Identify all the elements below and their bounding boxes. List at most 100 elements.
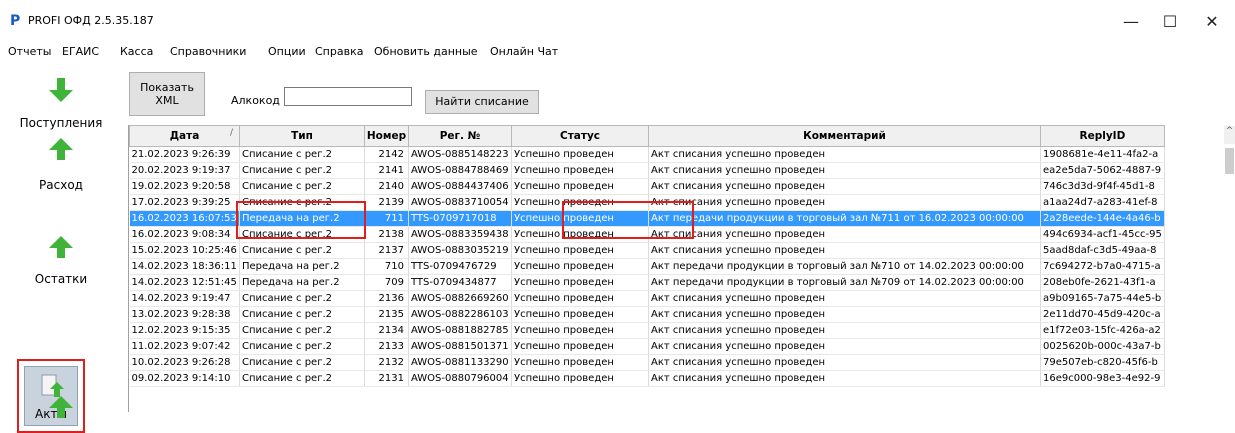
- menu-refresh-data[interactable]: Обновить данные: [374, 45, 478, 59]
- cell-status: Успешно проведен: [511, 306, 649, 323]
- cell-date: 09.02.2023 9:14:10: [129, 370, 240, 387]
- cell-date: 17.02.2023 9:39:25: [129, 194, 240, 211]
- cell-comment: Акт списания успешно проведен: [648, 162, 1041, 179]
- cell-reply-id: 1908681e-4e11-4fa2-a: [1040, 146, 1165, 163]
- cell-reg-number: AWOS-0882286103: [408, 306, 512, 323]
- cell-comment: Акт списания успешно проведен: [648, 194, 1041, 211]
- cell-reply-id: a9b09165-7a75-44e5-b: [1040, 290, 1165, 307]
- menu-help[interactable]: Справка: [315, 45, 363, 59]
- cell-number: 2132: [364, 354, 409, 371]
- column-header-reg-number[interactable]: Рег. №: [408, 125, 512, 147]
- sidebar-item-label: Поступления: [19, 116, 103, 130]
- column-header-date[interactable]: Дата /: [129, 125, 240, 147]
- cell-comment: Акт списания успешно проведен: [648, 290, 1041, 307]
- cell-number: 711: [364, 210, 409, 227]
- cell-reg-number: AWOS-0882669260: [408, 290, 512, 307]
- cell-number: 2134: [364, 322, 409, 339]
- cell-comment: Акт передачи продукции в торговый зал №7…: [648, 258, 1041, 275]
- cell-comment: Акт списания успешно проведен: [648, 354, 1041, 371]
- menu-egais[interactable]: ЕГАИС: [62, 45, 99, 59]
- table-row[interactable]: 17.02.2023 9:39:25 Списание с рег.2 2139 AW…: [129, 194, 1165, 211]
- cell-date: 16.02.2023 9:08:34: [129, 226, 240, 243]
- table-row[interactable]: 14.02.2023 9:19:47 Списание с рег.2 2136 AW…: [129, 290, 1165, 307]
- cell-comment: Акт списания успешно проведен: [648, 338, 1041, 355]
- cell-date: 21.02.2023 9:26:39: [129, 146, 240, 163]
- cell-status: Успешно проведен: [511, 370, 649, 387]
- cell-reply-id: 208eb0fe-2621-43f1-a: [1040, 274, 1165, 291]
- column-header-comment[interactable]: Комментарий: [648, 125, 1041, 147]
- menu-reference[interactable]: Справочники: [170, 45, 246, 59]
- cell-date: 20.02.2023 9:19:37: [129, 162, 240, 179]
- cell-comment: Акт списания успешно проведен: [648, 146, 1041, 163]
- alcocode-input[interactable]: [284, 87, 412, 106]
- cell-status: Успешно проведен: [511, 162, 649, 179]
- menu-online-chat[interactable]: Онлайн Чат: [490, 45, 558, 59]
- table-row[interactable]: 16.02.2023 9:08:34 Списание с рег.2 2138 AW…: [129, 226, 1165, 243]
- table-row[interactable]: 11.02.2023 9:07:42 Списание с рег.2 2133 AW…: [129, 338, 1165, 355]
- table-row[interactable]: 15.02.2023 10:25:46 Списание с рег.2 2137 A…: [129, 242, 1165, 259]
- cell-reply-id: 2e11dd70-45d9-420c-a: [1040, 306, 1165, 323]
- cell-date: 14.02.2023 9:19:47: [129, 290, 240, 307]
- cell-reply-id: e1f72e03-15fc-426a-a2: [1040, 322, 1165, 339]
- find-writeoff-button[interactable]: Найти списание: [425, 90, 539, 114]
- cell-number: 2133: [364, 338, 409, 355]
- scroll-up-button[interactable]: ^: [1224, 126, 1235, 144]
- table-row[interactable]: 14.02.2023 12:51:45 Передача на рег.2 709 T…: [129, 274, 1165, 291]
- cell-reply-id: 2a28eede-144e-4a46-b: [1040, 210, 1165, 227]
- column-header-reply-id[interactable]: ReplyID: [1040, 125, 1165, 147]
- table-row[interactable]: 21.02.2023 9:26:39 Списание с рег.2 2142 AW…: [129, 146, 1165, 163]
- table-row[interactable]: 09.02.2023 9:14:10 Списание с рег.2 2131 AW…: [129, 370, 1165, 387]
- table-row[interactable]: 19.02.2023 9:20:58 Списание с рег.2 2140 AW…: [129, 178, 1165, 195]
- toolbar: Показать XML Алкокод Найти списание: [122, 62, 1235, 124]
- table-row[interactable]: 16.02.2023 16:07:53 Передача на рег.2 711 T…: [129, 210, 1165, 227]
- cell-status: Успешно проведен: [511, 258, 649, 275]
- cell-comment: Акт списания успешно проведен: [648, 178, 1041, 195]
- cell-type: Списание с рег.2: [239, 178, 365, 195]
- cell-number: 709: [364, 274, 409, 291]
- column-header-status[interactable]: Статус: [511, 125, 649, 147]
- cell-date: 13.02.2023 9:28:38: [129, 306, 240, 323]
- column-header-number[interactable]: Номер: [364, 125, 409, 147]
- cell-type: Передача на рег.2: [239, 210, 365, 227]
- sidebar-item-label: Остатки: [34, 272, 88, 286]
- cell-number: 2142: [364, 146, 409, 163]
- cell-reply-id: 494c6934-acf1-45cc-95: [1040, 226, 1165, 243]
- sidebar-item-label: Расход: [39, 178, 83, 192]
- cell-reg-number: AWOS-0881882785: [408, 322, 512, 339]
- menu-options[interactable]: Опции: [268, 45, 306, 59]
- cell-reply-id: 79e507eb-c820-45f6-b: [1040, 354, 1165, 371]
- close-button[interactable]: ✕: [1189, 8, 1235, 34]
- cell-reply-id: 16e9c000-98e3-4e92-9: [1040, 370, 1165, 387]
- cell-status: Успешно проведен: [511, 210, 649, 227]
- cell-type: Списание с рег.2: [239, 194, 365, 211]
- cell-date: 19.02.2023 9:20:58: [129, 178, 240, 195]
- cell-reg-number: TTS-0709476729: [408, 258, 512, 275]
- cell-type: Передача на рег.2: [239, 258, 365, 275]
- table-row[interactable]: 12.02.2023 9:15:35 Списание с рег.2 2134 AW…: [129, 322, 1165, 339]
- table-row[interactable]: 13.02.2023 9:28:38 Списание с рег.2 2135 AW…: [129, 306, 1165, 323]
- cell-date: 12.02.2023 9:15:35: [129, 322, 240, 339]
- table-row[interactable]: 14.02.2023 18:36:11 Передача на рег.2 710 T…: [129, 258, 1165, 275]
- cell-reg-number: AWOS-0883035219: [408, 242, 512, 259]
- arrow-up-icon: [49, 396, 73, 418]
- sidebar: Поступления Расход Остатки Акты: [0, 62, 122, 433]
- menu-reports[interactable]: Отчеты: [8, 45, 51, 59]
- cell-status: Успешно проведен: [511, 242, 649, 259]
- cell-comment: Акт списания успешно проведен: [648, 370, 1041, 387]
- table-row[interactable]: 10.02.2023 9:26:28 Списание с рег.2 2132 AW…: [129, 354, 1165, 371]
- cell-status: Успешно проведен: [511, 194, 649, 211]
- cell-type: Списание с рег.2: [239, 146, 365, 163]
- cell-number: 2138: [364, 226, 409, 243]
- cell-status: Успешно проведен: [511, 290, 649, 307]
- show-xml-button[interactable]: Показать XML: [129, 72, 205, 116]
- cell-type: Списание с рег.2: [239, 290, 365, 307]
- cell-type: Списание с рег.2: [239, 370, 365, 387]
- cell-status: Успешно проведен: [511, 146, 649, 163]
- vertical-scrollbar-thumb[interactable]: [1225, 148, 1234, 174]
- cell-reply-id: 0025620b-000c-43a7-b: [1040, 338, 1165, 355]
- menu-kassa[interactable]: Касса: [120, 45, 153, 59]
- column-header-type[interactable]: Тип: [239, 125, 365, 147]
- table-row[interactable]: 20.02.2023 9:19:37 Списание с рег.2 2141 AW…: [129, 162, 1165, 179]
- cell-number: 2140: [364, 178, 409, 195]
- maximize-button[interactable]: ☐: [1147, 8, 1193, 34]
